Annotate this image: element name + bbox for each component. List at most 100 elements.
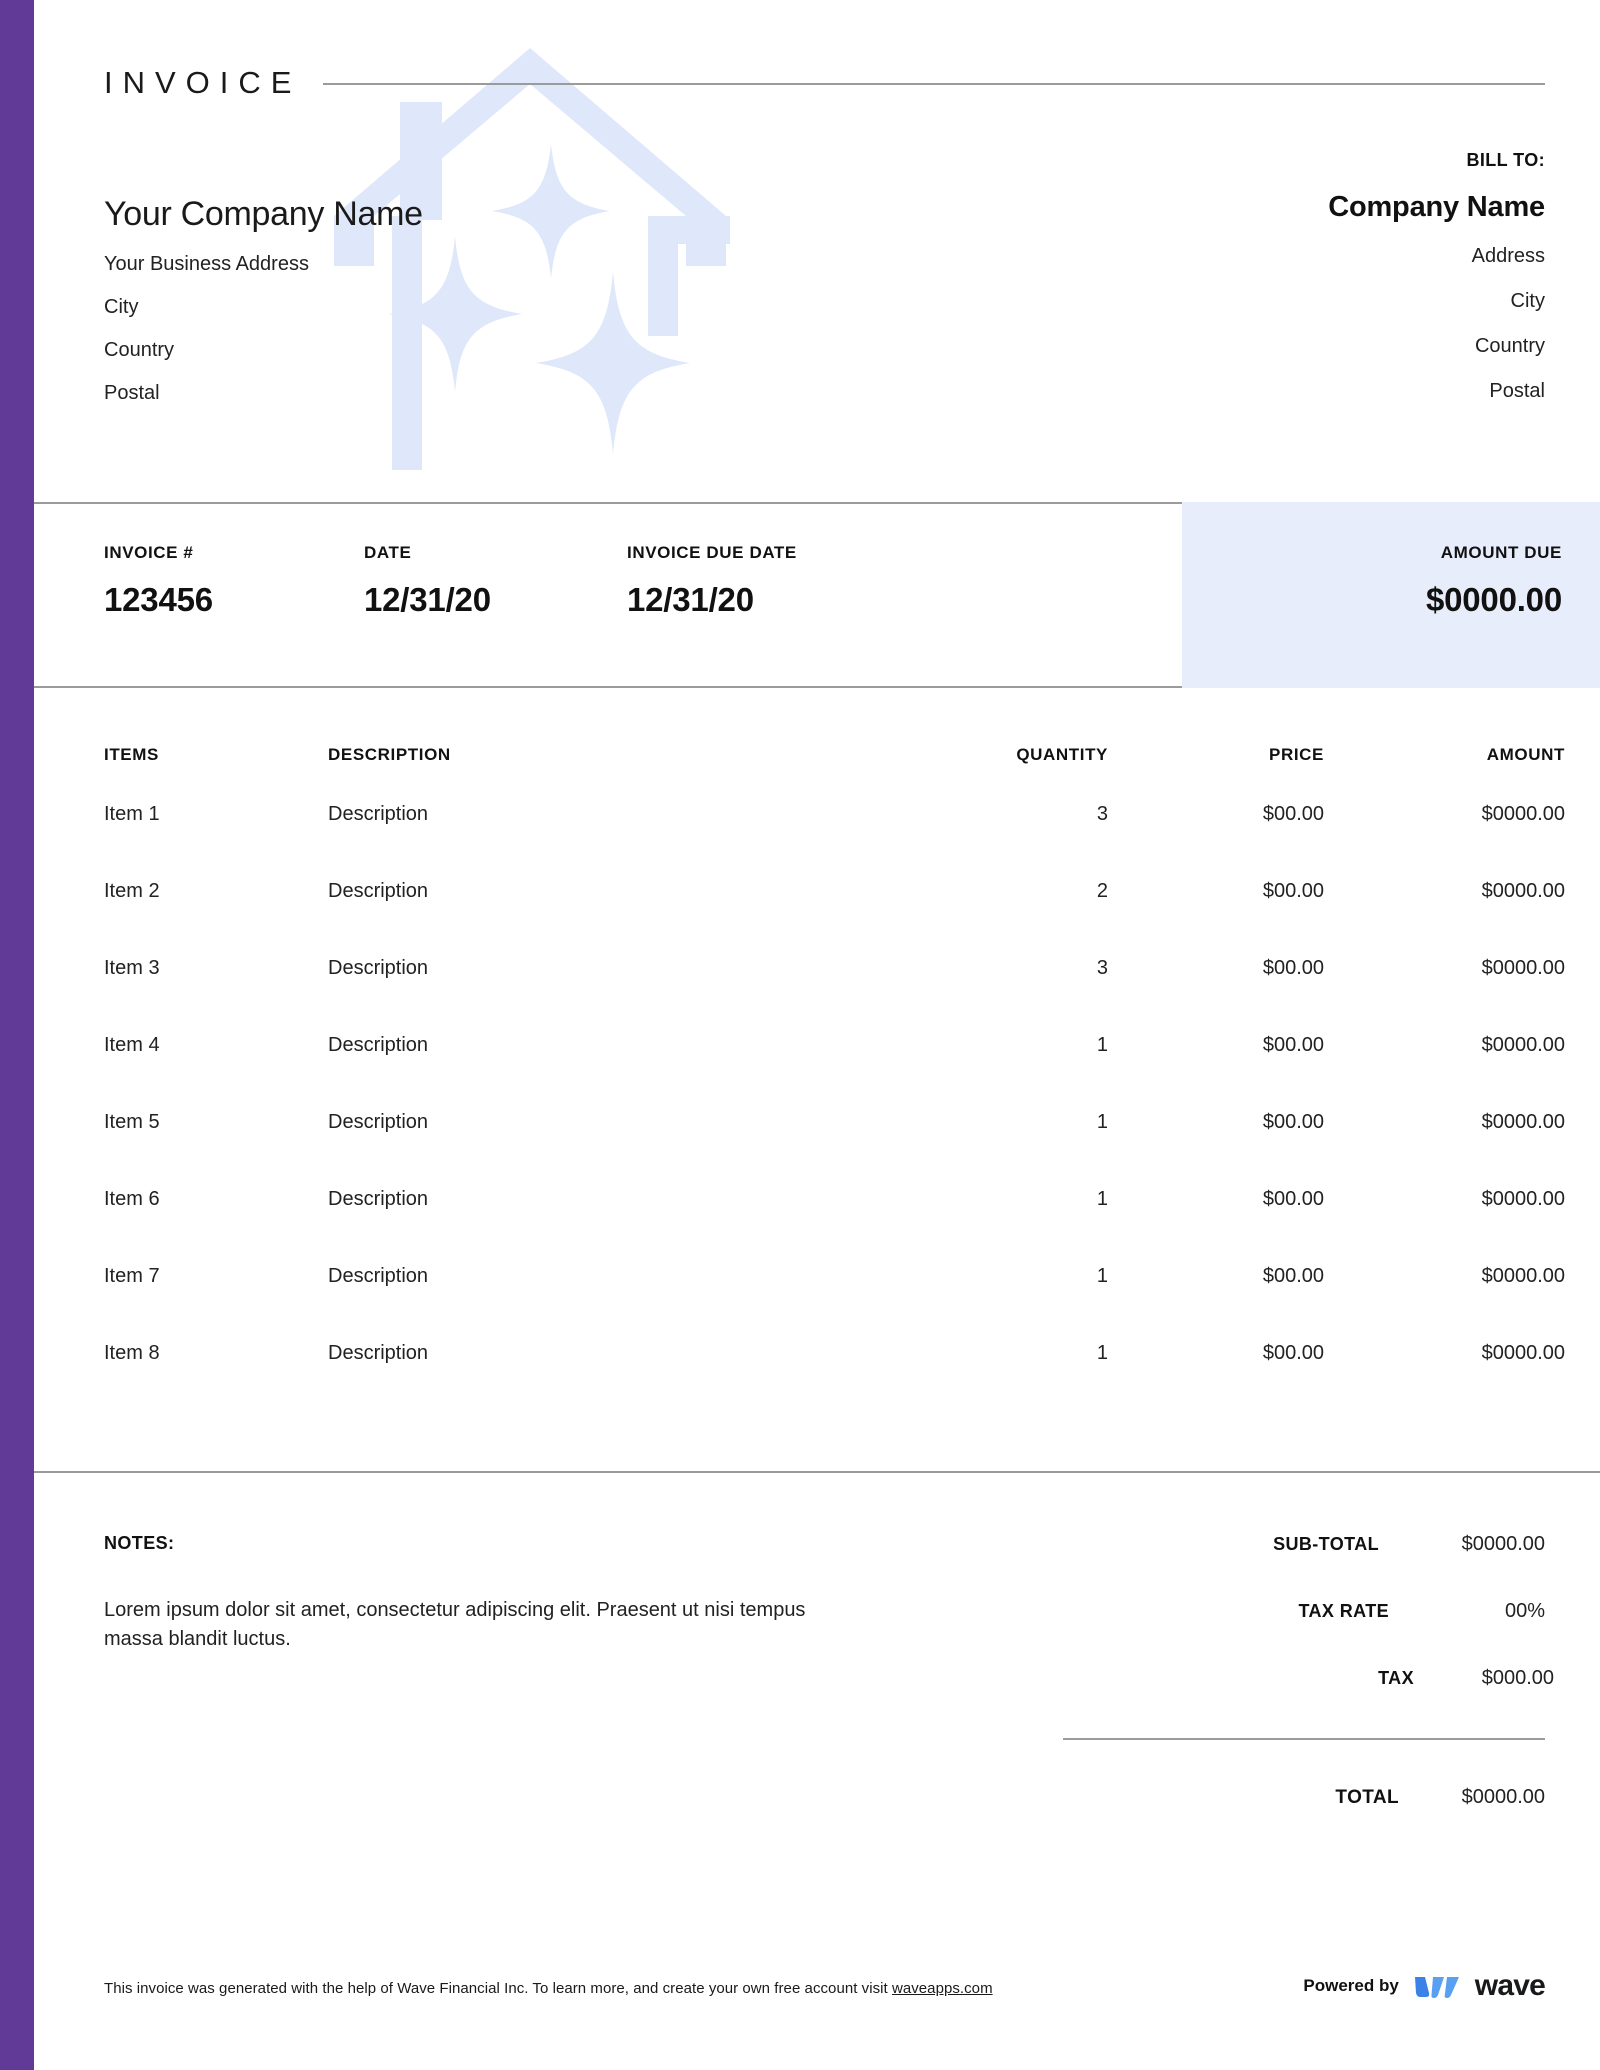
cell-description: Description xyxy=(328,1034,429,1056)
cell-quantity: 1 xyxy=(1096,1265,1108,1287)
cell-item: Item 4 xyxy=(104,1034,160,1056)
amount-due-cell: AMOUNT DUE $0000.00 xyxy=(1426,543,1562,619)
invoice-due-date-cell: INVOICE DUE DATE 12/31/20 xyxy=(627,543,797,619)
table-row: Item 8 Description 1 $00.00 $0000.00 xyxy=(34,1342,1600,1419)
invoice-details-bar: INVOICE # 123456 DATE 12/31/20 INVOICE D… xyxy=(34,502,1600,688)
sender-block: Your Company Name Your Business Address … xyxy=(104,195,724,406)
invoice-number-label: INVOICE # xyxy=(104,543,194,562)
cell-quantity: 3 xyxy=(1096,803,1108,825)
cell-quantity: 1 xyxy=(1096,1342,1108,1364)
notes-block: NOTES: Lorem ipsum dolor sit amet, conse… xyxy=(104,1533,864,1654)
invoice-number-cell: INVOICE # 123456 xyxy=(104,543,213,619)
column-header-amount: AMOUNT xyxy=(1486,745,1565,764)
cell-price: $00.00 xyxy=(1262,1342,1324,1364)
cell-item: Item 1 xyxy=(104,803,160,825)
cell-amount: $0000.00 xyxy=(1481,1265,1565,1287)
table-bottom-divider xyxy=(34,1471,1600,1473)
cell-amount: $0000.00 xyxy=(1481,1111,1565,1133)
cell-amount: $0000.00 xyxy=(1481,957,1565,979)
accent-stripe xyxy=(0,0,34,2070)
cell-description: Description xyxy=(328,1342,429,1364)
cell-price: $00.00 xyxy=(1262,957,1324,979)
cell-item: Item 6 xyxy=(104,1188,160,1210)
invoice-number-value: 123456 xyxy=(104,581,213,618)
title-divider xyxy=(323,82,1545,85)
subtotal-value: $0000.00 xyxy=(1461,1533,1545,1555)
invoice-date-label: DATE xyxy=(364,543,412,562)
cell-quantity: 3 xyxy=(1096,957,1108,979)
table-row: Item 5 Description 1 $00.00 $0000.00 xyxy=(34,1111,1600,1188)
wave-wordmark: wave xyxy=(1474,1969,1546,2002)
table-row: Item 6 Description 1 $00.00 $0000.00 xyxy=(34,1188,1600,1265)
invoice-title-row: INVOICE xyxy=(104,62,1545,102)
line-items-table: ITEMS DESCRIPTION QUANTITY PRICE AMOUNT … xyxy=(34,688,1600,1419)
cell-quantity: 1 xyxy=(1096,1034,1108,1056)
powered-by-label: Powered by xyxy=(1303,1976,1399,1995)
column-header-description: DESCRIPTION xyxy=(328,745,451,764)
cell-amount: $0000.00 xyxy=(1481,1034,1565,1056)
total-row: TOTAL $0000.00 xyxy=(1029,1786,1545,1809)
cell-amount: $0000.00 xyxy=(1481,1188,1565,1210)
bill-to-block: BILL TO: Company Name Address City Count… xyxy=(925,150,1545,404)
column-header-quantity: QUANTITY xyxy=(1016,745,1108,764)
sender-address: Your Business Address xyxy=(104,253,309,275)
page-title: INVOICE xyxy=(104,64,302,100)
totals-block: SUB-TOTAL $0000.00 TAX RATE 00% TAX $000… xyxy=(1029,1533,1554,1809)
cell-item: Item 7 xyxy=(104,1265,160,1287)
wave-logo-icon xyxy=(1414,1977,1459,1998)
cell-amount: $0000.00 xyxy=(1481,880,1565,902)
cell-amount: $0000.00 xyxy=(1481,803,1565,825)
cell-item: Item 5 xyxy=(104,1111,160,1133)
cell-description: Description xyxy=(328,1265,429,1287)
cell-price: $00.00 xyxy=(1262,1188,1324,1210)
waveapps-link[interactable]: waveapps.com xyxy=(892,1980,993,1997)
tax-value: $000.00 xyxy=(1481,1667,1554,1689)
footer-disclaimer-text: This invoice was generated with the help… xyxy=(104,1980,892,1997)
cell-description: Description xyxy=(328,957,429,979)
subtotal-row: SUB-TOTAL $0000.00 xyxy=(1029,1533,1545,1556)
cell-price: $00.00 xyxy=(1262,1265,1324,1287)
invoice-due-date-label: INVOICE DUE DATE xyxy=(627,543,797,562)
table-row: Item 4 Description 1 $00.00 $0000.00 xyxy=(34,1034,1600,1111)
cell-description: Description xyxy=(328,880,429,902)
powered-by-wave: Powered by wave xyxy=(1303,1971,1545,2001)
invoice-due-date-value: 12/31/20 xyxy=(627,581,754,618)
column-header-price: PRICE xyxy=(1269,745,1324,764)
cell-quantity: 1 xyxy=(1096,1188,1108,1210)
notes-label: NOTES: xyxy=(104,1533,175,1553)
footer-disclaimer: This invoice was generated with the help… xyxy=(104,1980,993,1997)
bill-to-label: BILL TO: xyxy=(1466,150,1545,170)
bill-to-country: Country xyxy=(1474,335,1545,357)
cell-quantity: 2 xyxy=(1096,880,1108,902)
table-row: Item 3 Description 3 $00.00 $0000.00 xyxy=(34,957,1600,1034)
cell-item: Item 3 xyxy=(104,957,160,979)
table-row: Item 2 Description 2 $00.00 $0000.00 xyxy=(34,880,1600,957)
cell-price: $00.00 xyxy=(1262,803,1324,825)
total-value: $0000.00 xyxy=(1461,1786,1545,1808)
tax-label: TAX xyxy=(1378,1668,1414,1688)
sender-postal: Postal xyxy=(104,382,160,404)
tax-rate-value: 00% xyxy=(1504,1600,1545,1622)
bill-to-city: City xyxy=(1510,290,1545,312)
table-row: Item 7 Description 1 $00.00 $0000.00 xyxy=(34,1265,1600,1342)
subtotal-label: SUB-TOTAL xyxy=(1273,1534,1379,1554)
cell-description: Description xyxy=(328,1188,429,1210)
table-header-row: ITEMS DESCRIPTION QUANTITY PRICE AMOUNT xyxy=(34,745,1600,803)
cell-item: Item 8 xyxy=(104,1342,160,1364)
sender-country: Country xyxy=(104,339,175,361)
amount-due-label: AMOUNT DUE xyxy=(1440,543,1562,562)
cell-quantity: 1 xyxy=(1096,1111,1108,1133)
invoice-date-cell: DATE 12/31/20 xyxy=(364,543,491,619)
bill-to-postal: Postal xyxy=(1489,380,1545,402)
tax-row: TAX $000.00 xyxy=(1029,1667,1554,1690)
invoice-page: INVOICE Your Company Name Your Business … xyxy=(0,0,1600,2070)
total-label: TOTAL xyxy=(1335,1787,1399,1808)
cell-price: $00.00 xyxy=(1262,1111,1324,1133)
sender-city: City xyxy=(104,296,139,318)
cell-amount: $0000.00 xyxy=(1481,1342,1565,1364)
amount-due-value: $0000.00 xyxy=(1425,581,1562,618)
bill-to-company-name: Company Name xyxy=(1328,191,1545,223)
tax-rate-label: TAX RATE xyxy=(1298,1601,1389,1621)
notes-text: Lorem ipsum dolor sit amet, consectetur … xyxy=(104,1599,806,1650)
cell-price: $00.00 xyxy=(1262,1034,1324,1056)
